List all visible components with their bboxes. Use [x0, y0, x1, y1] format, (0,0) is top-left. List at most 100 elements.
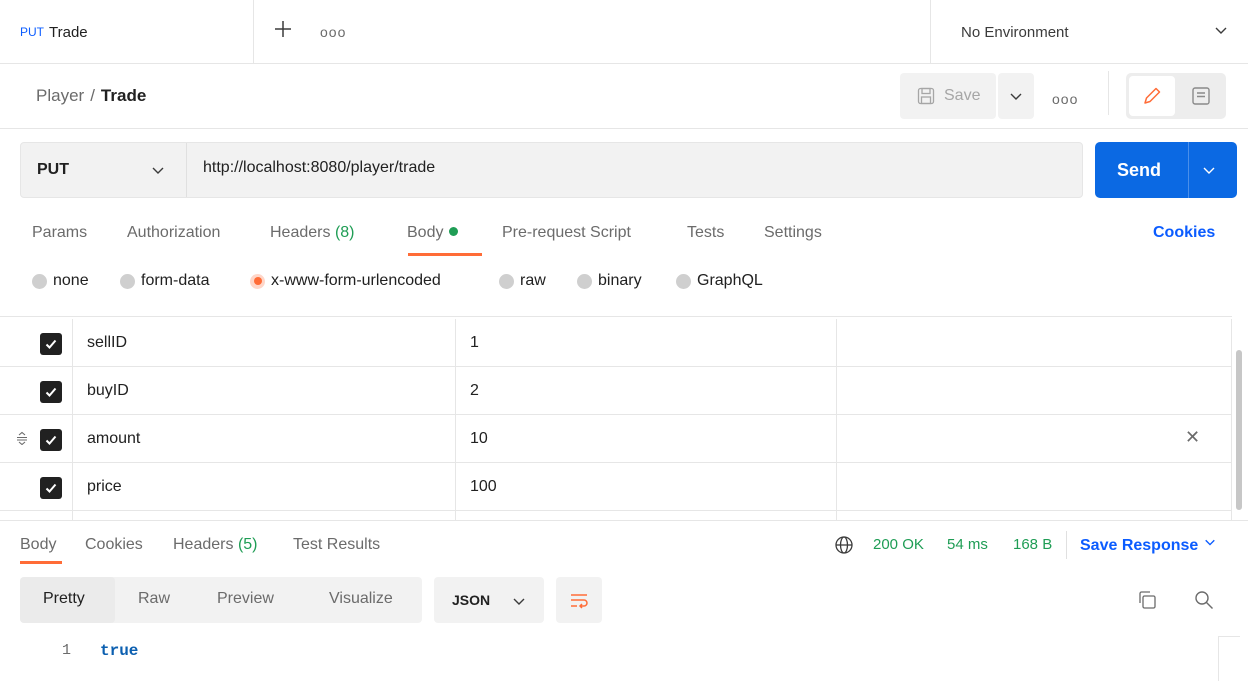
body-type-label: none — [53, 272, 89, 289]
tab-pre-request-script[interactable]: Pre-request Script — [502, 224, 631, 242]
key-cell[interactable]: sellID — [72, 319, 455, 367]
new-tab-plus-icon[interactable] — [272, 18, 294, 40]
tab-body[interactable]: Body — [407, 224, 459, 242]
breadcrumb-collection[interactable]: Player — [36, 86, 84, 105]
save-options-button[interactable] — [998, 73, 1034, 119]
wrap-icon — [571, 594, 588, 609]
format-selector[interactable]: JSON — [434, 577, 544, 623]
value-cell[interactable]: 10 — [455, 415, 836, 463]
drag-handle-icon[interactable] — [15, 431, 29, 450]
save-response-button[interactable]: Save Response — [1080, 535, 1216, 555]
body-type-label: binary — [598, 272, 642, 289]
body-type-label: x-www-form-urlencoded — [271, 272, 441, 289]
tab-params[interactable]: Params — [32, 224, 87, 242]
globe-icon[interactable] — [834, 535, 854, 560]
view-pretty[interactable]: Pretty — [43, 590, 85, 608]
status-code[interactable]: 200 OK — [873, 536, 924, 553]
row-checkbox[interactable] — [40, 333, 62, 355]
view-raw[interactable]: Raw — [138, 590, 170, 608]
response-tab-cookies[interactable]: Cookies — [85, 536, 143, 554]
chevron-down-icon — [151, 163, 165, 182]
body-type-urlencoded[interactable]: x-www-form-urlencoded — [250, 272, 441, 290]
description-cell[interactable]: ✕ — [836, 415, 1232, 463]
description-cell[interactable] — [836, 463, 1232, 511]
description-cell[interactable] — [836, 511, 1232, 520]
tab-body-label: Body — [407, 224, 444, 241]
value-text: 1 — [470, 334, 479, 351]
body-type-binary[interactable]: binary — [577, 272, 642, 290]
response-size[interactable]: 168 B — [1013, 536, 1052, 553]
method-label: PUT — [37, 161, 69, 178]
response-time[interactable]: 54 ms — [947, 536, 988, 553]
edit-mode-button[interactable] — [1129, 76, 1175, 116]
radio-selected-icon — [250, 273, 265, 289]
response-tab-body[interactable]: Body — [20, 536, 56, 554]
wrap-lines-button[interactable] — [556, 577, 602, 623]
key-cell[interactable]: buyID — [72, 367, 455, 415]
request-tab-trade[interactable]: PUT Trade — [0, 0, 254, 64]
format-label: JSON — [452, 592, 491, 608]
body-type-graphql[interactable]: GraphQL — [676, 272, 763, 290]
value-cell[interactable]: 1 — [455, 319, 836, 367]
row-checkbox[interactable] — [40, 477, 62, 499]
delete-row-icon[interactable]: ✕ — [1185, 427, 1200, 448]
value-cell[interactable]: 2 — [455, 367, 836, 415]
key-text: amount — [87, 430, 141, 447]
code-scrollbar[interactable] — [1218, 636, 1240, 681]
save-button[interactable]: Save — [900, 73, 996, 119]
breadcrumb-request-name[interactable]: Trade — [101, 86, 146, 105]
copy-icon[interactable] — [1136, 589, 1158, 616]
environment-selector[interactable]: No Environment — [930, 0, 1248, 64]
request-header: Player / Trade Save ooo — [0, 65, 1248, 129]
view-visualize[interactable]: Visualize — [329, 590, 393, 608]
body-type-form-data[interactable]: form-data — [120, 272, 209, 290]
response-tab-headers[interactable]: Headers (5) — [173, 536, 258, 554]
description-cell[interactable] — [836, 319, 1232, 367]
params-scrollbar[interactable] — [1236, 350, 1242, 510]
key-cell[interactable] — [72, 511, 455, 520]
view-preview[interactable]: Preview — [217, 590, 274, 608]
response-tab-headers-label: Headers — [173, 536, 234, 553]
radio-icon — [32, 273, 47, 289]
comment-mode-button[interactable] — [1178, 76, 1224, 116]
description-cell[interactable] — [836, 367, 1232, 415]
code-text[interactable]: true — [100, 642, 138, 660]
radio-icon — [499, 273, 514, 289]
body-type-raw[interactable]: raw — [499, 272, 546, 290]
save-response-label: Save Response — [1080, 537, 1199, 554]
code-line: 1 true — [0, 640, 1248, 664]
cookies-link[interactable]: Cookies — [1153, 224, 1215, 242]
tab-headers-label: Headers — [270, 224, 331, 241]
radio-icon — [676, 273, 691, 289]
key-cell[interactable]: amount — [72, 415, 455, 463]
row-checkbox[interactable] — [40, 429, 62, 451]
url-input[interactable] — [203, 159, 1063, 177]
divider — [1066, 531, 1067, 559]
send-button[interactable]: Send — [1095, 142, 1237, 198]
more-actions-icon[interactable]: ooo — [1052, 91, 1078, 107]
environment-label: No Environment — [961, 23, 1069, 41]
tab-authorization[interactable]: Authorization — [127, 224, 220, 242]
tab-settings[interactable]: Settings — [764, 224, 822, 242]
chevron-down-icon[interactable] — [1202, 163, 1216, 182]
breadcrumb-separator: / — [90, 86, 95, 105]
body-type-label: GraphQL — [697, 272, 763, 289]
tab-bar: PUT Trade ooo No Environment — [0, 0, 1248, 64]
key-text: price — [87, 478, 122, 495]
table-row-empty — [0, 511, 1232, 520]
value-cell[interactable] — [455, 511, 836, 520]
key-cell[interactable]: price — [72, 463, 455, 511]
tab-more-icon[interactable]: ooo — [320, 24, 346, 40]
search-icon[interactable] — [1193, 589, 1215, 616]
row-checkbox[interactable] — [40, 381, 62, 403]
active-tab-underline — [20, 561, 62, 564]
request-tab-method: PUT — [20, 25, 44, 39]
tab-tests[interactable]: Tests — [687, 224, 724, 242]
tab-headers[interactable]: Headers (8) — [270, 224, 355, 242]
body-type-none[interactable]: none — [32, 272, 89, 290]
headers-count: (8) — [334, 224, 355, 241]
value-cell[interactable]: 100 — [455, 463, 836, 511]
response-tab-test-results[interactable]: Test Results — [293, 536, 380, 554]
method-selector[interactable]: PUT — [21, 143, 187, 197]
view-mode-toggle — [1126, 73, 1226, 119]
